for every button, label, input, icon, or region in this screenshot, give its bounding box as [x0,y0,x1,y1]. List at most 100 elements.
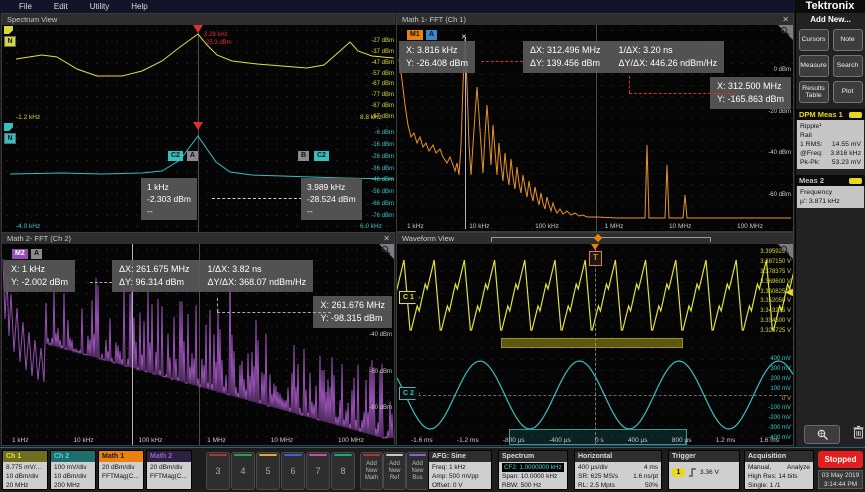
display-slot-button[interactable]: 3 [206,452,230,490]
cursor-x-marker[interactable]: ✕ [461,33,467,41]
cursor-a-readout[interactable]: 1 kHz -2.303 dBm -- [141,178,197,220]
delta-readout[interactable]: ΔX: 261.675 MHz 1/ΔX: 3.82 ns ΔY: 96.314 d… [112,260,314,292]
display-slot-button[interactable]: 5 [256,452,280,490]
cursor-b-readout[interactable]: 3.989 kHz -28.524 dBm -- [301,178,362,220]
math1-plot[interactable]: ✕ M1 A X: 3.816 kHz Y: -26.408 dBm ΔX: 31… [397,25,793,231]
axis-tick-label: 100 kHz [138,437,163,444]
peak-marker-icon[interactable] [193,25,203,38]
sidebar-button[interactable]: Plot [832,81,863,103]
trash-icon[interactable] [852,425,865,444]
meas-row: @Freq: 3.816 kHz [800,149,861,158]
menu-item[interactable]: Edit [43,2,79,11]
waveform-title: Waveform View [402,234,455,243]
close-icon[interactable]: ✕ [383,233,390,244]
axis-tick-label: 100 kHz [535,223,559,230]
add-new-button[interactable]: Add New Math [360,452,383,490]
waveform-view-panel: Waveform View T C 1 C 2 ◀ 3.395925 V 3.38… [396,232,794,446]
peak-marker-icon[interactable] [193,122,203,135]
axis-tick-label: 0 dBm [773,67,791,73]
cursor-a-readout[interactable]: X: 1 kHz Y: -2.002 dBm [4,260,76,292]
y-axis-labels: -40 dBm -60 dBm -80 dBm [369,332,392,412]
display-slot-button[interactable]: 8 [331,452,355,490]
display-slot-button[interactable]: 4 [231,452,255,490]
acquisition-card-title: Acquisition [745,451,813,462]
math2-settings-card[interactable]: Math 2 20 dBm/div FFTMag(C... [146,450,192,490]
spectrum-card-title: Spectrum [499,451,567,462]
spectrum-bottom-plot[interactable]: N C2 A B C2 1 kHz -2.303 dBm -- 3.989 kHz -… [2,122,396,232]
sidebar-button[interactable]: Cursors [798,29,829,51]
panel-zoom-icon[interactable] [778,25,793,40]
axis-tick-label: 10 kHz [73,437,94,444]
right-sidebar: Add New... Cursors Note Measure Search Resul… [795,13,865,447]
menu-item[interactable]: File [8,2,43,11]
axis-tick-label: 100 mV [770,385,791,392]
slot-number: 5 [265,466,271,476]
measurement-zone-bar[interactable] [501,338,683,348]
acquisition-card[interactable]: Acquisition Manual, Analyze High Res: 14… [744,450,814,490]
acquisition-label: Single: 1 /1 [748,482,781,489]
add-new-button[interactable]: Add New Ref [383,452,406,490]
math2-plot[interactable]: M2 A X: 1 kHz Y: -2.002 dBm ΔX: 261.675 M… [2,244,394,445]
axis-tick-label: 3.334500 V [760,318,791,325]
horizontal-card-title: Horizontal [575,451,661,462]
math2-fft-panel: Math 2- FFT (Ch 2) ✕ M2 A X: 1 kHz Y: -2.… [1,232,395,446]
meas2-title: Meas 2 [799,176,825,185]
math1-source-badge[interactable]: A [426,30,438,40]
afg-card[interactable]: AFG: Sine Freq: 1 kHz Amp: 500 mVpp Offset… [428,450,492,490]
math2-source-badge[interactable]: A [31,249,43,259]
cursor-a-source-badge[interactable]: C2 [168,151,183,161]
spectrum-top-plot[interactable]: N 3.28 kHz -25.3 dBm -27 dBm -37 dBm -47 d… [2,25,396,122]
panel-zoom-icon[interactable] [778,244,793,259]
close-icon[interactable]: ✕ [782,14,789,25]
cursor-b-source-badge[interactable]: C2 [314,151,329,161]
run-stop-button[interactable]: Stopped [818,451,863,468]
trigger-card-body: 1 3.36 V [669,462,739,492]
math1-settings-card[interactable]: Math 1 20 dBm/div FFTMag(C... [98,450,144,490]
ch1-settings-card[interactable]: Ch 1 8.775 mV/... 10 dBm/div 20 MHz [2,450,48,490]
math1-badge[interactable]: M1 [407,30,423,40]
center-frequency-value[interactable]: CF2: 1.0000000 kHz [502,463,564,472]
axis-tick-label: 1.2 ms [715,437,736,444]
card-line: 10 dBm/div [6,473,39,480]
horizontal-card[interactable]: Horizontal 400 µs/div 4 ms SR: 625 MS/s … [574,450,662,490]
channel-n-badge[interactable]: N [4,36,16,47]
card-line: 20 dBm/div [150,464,183,471]
math2-badge[interactable]: M2 [12,249,28,259]
sidebar-button[interactable]: Measure [798,55,829,77]
ch1-level-arrow-icon[interactable]: ◀ [785,288,793,298]
add-button-label: Add New Ref [388,460,401,481]
trigger-level-value: 3.36 V [700,469,719,476]
cursor-readout-line: 3.989 kHz [307,182,346,192]
axis-tick-label: 0 V [781,395,791,402]
meas2-body[interactable]: Frequency µ': 3.871 kHz [797,186,864,208]
time-axis-labels: -1.6 ms -1.2 ms -800 µs -400 µs 0 s 400 µs 800… [411,437,779,444]
meas2-header[interactable]: Meas 2 [796,175,865,186]
meas-label: 1 RMS: [800,141,823,148]
menu-item[interactable]: Utility [79,2,121,11]
add-new-button[interactable]: Add New Bus [406,452,429,490]
delta-readout[interactable]: ΔX: 312.496 MHz 1/ΔX: 3.20 ns ΔY: 139.456 … [523,41,725,73]
dpm-meas1-header[interactable]: DPM Meas 1 [796,109,865,120]
trigger-flag[interactable]: T [589,251,602,266]
axis-tick-label: -40 dBm [768,150,791,157]
sidebar-button[interactable]: Results Table [798,81,829,103]
sidebar-button[interactable]: Search [832,55,863,77]
trigger-card[interactable]: Trigger 1 3.36 V [668,450,740,490]
spectrum-card[interactable]: Spectrum CF2: 1.0000000 kHz Span: 10.000… [498,450,568,490]
trigger-row: 1 3.36 V [672,468,736,477]
zoom-tool-button[interactable] [804,425,840,444]
meas1-body[interactable]: Ripple¹ Rail 1 RMS: 14.55 mV @Freq: 3.81… [797,120,864,169]
cursor-a-readout[interactable]: X: 3.816 kHz Y: -26.408 dBm [399,41,476,73]
channel-n-badge[interactable]: N [4,133,16,144]
display-slot-button[interactable]: 6 [281,452,305,490]
ch2-settings-card[interactable]: Ch 2 100 mV/div 10 dBm/div 200 MHz [50,450,96,490]
meas1-line1: Ripple¹ [800,123,822,130]
panel-zoom-icon[interactable] [379,244,394,259]
waveform-plot[interactable]: T C 1 C 2 ◀ 3.395925 V 3.387150 V 3.378375… [397,244,793,445]
menu-item[interactable]: Help [120,2,158,11]
display-slot-button[interactable]: 7 [306,452,330,490]
cursor-a-badge[interactable]: A [187,151,199,161]
cursor-b-badge[interactable]: B [298,151,310,161]
meas-label: @Freq: [800,150,823,157]
sidebar-button[interactable]: Note [832,29,863,51]
